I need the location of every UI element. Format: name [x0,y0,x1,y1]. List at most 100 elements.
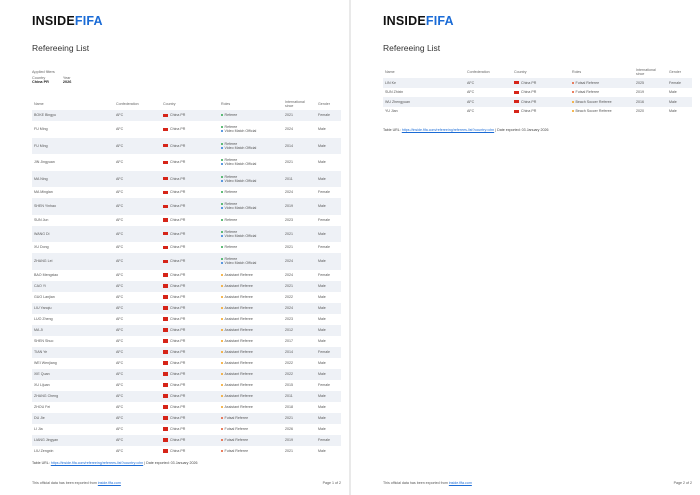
role-dot-icon [221,273,223,276]
page-title: Refereeing List [32,43,90,53]
col-name: Name [34,102,44,106]
cell-name: FU Ming [34,127,48,132]
page-footer: This official data has been exported fro… [32,481,121,485]
cell-name: SUN Jun [34,217,49,222]
cell-gender: Male [318,204,326,209]
table-row: DU Jie AFC China PR Futsal Referee 2021 Male [32,412,341,424]
cell-confederation: AFC [116,382,124,387]
china-flag-icon [163,339,168,343]
table-row: MA Ning AFC China PR Referee Video Match Off… [32,170,341,188]
cell-name: LI Jia [34,426,43,431]
role-item: Assistant Referee [221,284,281,288]
role-item: Futsal Referee [221,449,281,453]
cell-international-since: 2019 [636,90,644,95]
table-row: LIU Yanqiu AFC China PR Assistant Referee 20… [32,302,341,314]
page-title: Refereeing List [383,43,441,53]
role-item: Assistant Referee [221,383,281,387]
cell-international-since: 2020 [636,109,644,114]
cell-name: MA Ning [34,176,48,181]
cell-country: China PR [161,369,219,380]
cell-gender: Male [318,426,326,431]
role-item: Video Match Official [221,179,281,183]
table-row: LIANG Jingyan AFC China PR Futsal Referee 20… [32,434,341,446]
cell-confederation: AFC [467,109,475,114]
china-flag-icon [163,284,168,288]
cell-roles: Referee [219,187,283,198]
china-flag-icon [163,113,168,118]
china-flag-icon [163,245,168,250]
cell-confederation: AFC [116,371,124,376]
cell-name: ZHANG Cheng [34,393,59,398]
cell-international-since: 2021 [285,415,293,420]
footer-link[interactable]: inside.fifa.com [449,481,472,485]
cell-gender: Male [318,305,326,310]
role-item: Video Match Official [221,206,281,210]
cell-international-since: 2024 [285,305,293,310]
cell-name: GUO Lanjian [34,294,55,299]
role-dot-icon [221,449,223,452]
role-item: Video Match Official [221,129,281,133]
table-url-link[interactable]: https://inside.fifa.com/refereeing/refer… [402,128,494,132]
cell-international-since: 2018 [285,404,293,409]
table-row: JIN Jingyuan AFC China PR Referee Video Matc… [32,154,341,171]
cell-international-since: 2023 [285,316,293,321]
table-header: Name Confederation Country Roles Interna… [32,98,341,110]
role-item: Futsal Referee [221,416,281,420]
role-dot-icon [221,234,223,237]
cell-country: China PR [161,171,219,188]
cell-roles: Assistant Referee [219,336,283,347]
cell-international-since: 2017 [285,338,293,343]
cell-gender: Male [318,160,326,165]
role-item: Assistant Referee [221,295,281,299]
table-row: FU Ming AFC China PR Referee Video Match Off… [32,137,341,154]
cell-roles: Futsal Referee [570,88,634,98]
inside-fifa-logo: INSIDEFIFA [32,14,103,28]
cell-roles: Referee Video Match Official [219,121,283,138]
cell-country: China PR [161,391,219,402]
role-dot-icon [221,130,223,133]
cell-confederation: AFC [116,231,124,236]
cell-international-since: 2021 [285,245,293,250]
cell-roles: Beach Soccer Referee [570,107,634,117]
role-dot-icon [221,350,223,353]
role-item: Assistant Referee [221,350,281,354]
cell-gender: Female [318,382,330,387]
role-dot-icon [221,295,223,298]
cell-roles: Assistant Referee [219,270,283,281]
role-item: Futsal Referee [572,90,632,94]
table-row: MA Minglan AFC China PR Referee 2024 Female [32,187,341,198]
china-flag-icon [163,383,168,387]
footer-link[interactable]: inside.fifa.com [98,481,121,485]
china-flag-icon [514,90,519,94]
cell-gender: Male [669,109,677,114]
cell-country: China PR [161,435,219,446]
role-item: Referee [221,218,281,222]
cell-confederation: AFC [116,272,124,277]
cell-gender: Male [318,231,326,236]
cell-roles: Referee Video Match Official [219,226,283,243]
cell-roles: Assistant Referee [219,325,283,336]
china-flag-icon [514,81,519,85]
role-item: Video Match Official [221,146,281,150]
document-page-2: INSIDEFIFA Refereeing List Name Confeder… [351,0,700,495]
china-flag-icon [163,295,168,299]
cell-gender: Male [318,393,326,398]
table-url-link[interactable]: https://inside.fifa.com/refereeing/refer… [51,461,143,465]
cell-country: China PR [161,314,219,325]
cell-confederation: AFC [116,349,124,354]
table-row: GUO Lanjian AFC China PR Assistant Referee 2… [32,291,341,303]
cell-international-since: 2021 [285,113,293,118]
role-dot-icon [221,339,223,342]
role-dot-icon [221,175,223,178]
cell-roles: Referee Video Match Official [219,253,283,270]
page-number: Page 1 of 2 [322,481,341,485]
china-flag-icon [163,449,168,453]
table-row: ZHANG Lei AFC China PR Referee Video Match O… [32,253,341,270]
filter-year: Year 2026 [62,76,72,84]
table-row: YU Jian AFC China PR Beach Soccer Referee 20… [383,106,692,117]
cell-name: XU Lijuan [34,382,50,387]
role-item: Futsal Referee [572,81,632,85]
cell-international-since: 2026 [285,426,293,431]
col-roles: Roles [572,70,582,74]
role-dot-icon [221,126,223,129]
